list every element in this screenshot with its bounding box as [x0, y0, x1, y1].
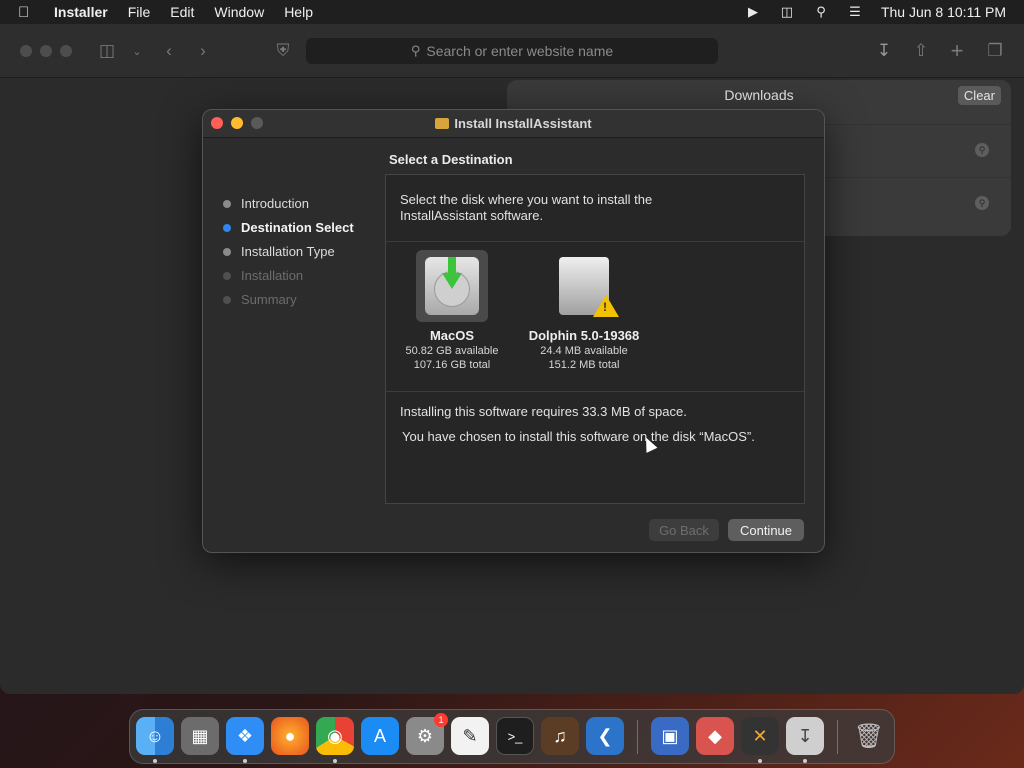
go-back-button[interactable]: Go Back — [649, 519, 719, 541]
installer-window: Install InstallAssistant Select a Destin… — [202, 109, 825, 553]
share-icon[interactable]: ⇧ — [910, 40, 932, 62]
system-settings-icon[interactable]: ⚙ 1 — [406, 713, 448, 755]
step-dot — [223, 272, 231, 280]
installer-titlebar: Install InstallAssistant — [203, 110, 824, 138]
divider — [386, 241, 804, 242]
step-label: Installation — [241, 268, 304, 283]
menu-bar:  Installer File Edit Window Help ▶ ◫ ⚲ … — [0, 0, 1024, 24]
step-dot — [223, 200, 231, 208]
control-center-icon[interactable]: ☰ — [847, 4, 863, 19]
sidebar-icon[interactable]: ◫ — [96, 40, 118, 62]
step-label: Introduction — [241, 196, 309, 211]
garageband-icon[interactable]: ♫ — [541, 717, 579, 755]
downloads-title: Downloads — [724, 87, 794, 103]
disk-name: Dolphin 5.0-19368 — [528, 328, 640, 343]
now-playing-icon[interactable]: ▶ — [745, 4, 761, 19]
back-icon[interactable]: ‹ — [158, 40, 180, 62]
search-icon: ⚲ — [410, 43, 421, 58]
finder-icon[interactable]: ☺ — [136, 717, 174, 755]
running-indicator — [803, 759, 807, 763]
step-summary: Summary — [221, 292, 354, 316]
network-radar-icon[interactable]: ✕ — [741, 717, 779, 755]
menu-window[interactable]: Window — [214, 4, 264, 20]
remote-desktop-icon[interactable]: ▣ — [651, 717, 689, 755]
menu-help[interactable]: Help — [284, 4, 313, 20]
launchpad-icon[interactable]: ▦ — [181, 717, 219, 755]
show-in-finder-icon[interactable]: ⚲ — [975, 196, 989, 210]
section-heading: Select a Destination — [389, 152, 513, 167]
menu-app-name[interactable]: Installer — [54, 4, 108, 20]
browser-toolbar: ◫ ⌄ ‹ › ⛨ ⊕ ⚲ Search or enter website na… — [0, 24, 1024, 78]
step-destination-select: Destination Select — [221, 220, 354, 244]
menu-clock[interactable]: Thu Jun 8 10:11 PM — [881, 4, 1006, 20]
notification-badge: 1 — [434, 713, 448, 727]
step-installation: Installation — [221, 268, 354, 292]
disk-option-dolphin[interactable]: ! Dolphin 5.0-19368 24.4 MB available 15… — [516, 250, 652, 371]
continue-button[interactable]: Continue — [728, 519, 804, 541]
step-introduction: Introduction — [221, 196, 354, 220]
textedit-icon[interactable]: ✎ — [451, 717, 489, 755]
trash-icon[interactable]: 🗑 — [850, 717, 888, 755]
app-store-icon[interactable]: A — [361, 717, 399, 755]
screen-mirroring-icon[interactable]: ◫ — [779, 4, 795, 19]
dock-separator — [837, 720, 838, 754]
installer-icon[interactable]: ↧ — [786, 717, 824, 755]
installer-title: Install InstallAssistant — [203, 116, 824, 131]
disk-available: 24.4 MB available — [540, 345, 628, 357]
step-dot — [223, 224, 231, 232]
running-indicator — [758, 759, 762, 763]
disk-option-macos[interactable]: MacOS 50.82 GB available 107.16 GB total — [402, 250, 502, 371]
disk-total: 151.2 MB total — [548, 359, 620, 371]
running-indicator — [243, 759, 247, 763]
running-indicator — [153, 759, 157, 763]
zoom-window-icon[interactable] — [60, 45, 72, 57]
destination-instruction: Select the disk where you want to instal… — [400, 192, 653, 223]
tab-overview-icon[interactable]: ❐ — [984, 40, 1006, 62]
external-disk-warning-icon: ! — [559, 257, 619, 317]
step-label: Destination Select — [241, 220, 354, 235]
raspberry-imager-icon[interactable]: ◆ — [696, 717, 734, 755]
disk-icon-frame[interactable]: ! — [548, 250, 620, 322]
menu-edit[interactable]: Edit — [170, 4, 194, 20]
show-in-finder-icon[interactable]: ⚲ — [975, 143, 989, 157]
clear-downloads-button[interactable]: Clear — [957, 86, 1001, 105]
close-window-icon[interactable] — [20, 45, 32, 57]
disk-total: 107.16 GB total — [413, 359, 491, 371]
step-dot — [223, 248, 231, 256]
step-label: Summary — [241, 292, 297, 307]
forward-icon[interactable]: › — [192, 40, 214, 62]
search-input[interactable]: ⚲ Search or enter website name — [306, 38, 718, 64]
destination-panel: Select the disk where you want to instal… — [385, 174, 805, 504]
install-disk-icon — [425, 257, 479, 315]
step-label: Installation Type — [241, 244, 335, 259]
step-installation-type: Installation Type — [221, 244, 354, 268]
apple-menu-icon[interactable]:  — [18, 4, 38, 21]
privacy-shield-icon[interactable]: ⛨ — [272, 40, 294, 62]
safari-icon[interactable]: ❖ — [226, 717, 264, 755]
step-dot — [223, 296, 231, 304]
menu-file[interactable]: File — [128, 4, 151, 20]
dock-separator — [637, 720, 638, 754]
chrome-icon[interactable]: ◉ — [316, 717, 354, 755]
dock: ☺ ▦ ❖ ● ◉ A ⚙ 1 ✎ >_ ♫ ❮ ▣ ◆ ✕ ↧ 🗑 — [129, 709, 895, 764]
installer-steps: Introduction Destination Select Installa… — [221, 196, 354, 316]
downloads-icon[interactable]: ↧ — [873, 40, 895, 62]
chevron-down-icon[interactable]: ⌄ — [126, 40, 148, 62]
space-requirement: Installing this software requires 33.3 M… — [400, 404, 687, 419]
minimize-window-icon[interactable] — [40, 45, 52, 57]
disk-selection-highlight[interactable] — [416, 250, 488, 322]
installer-title-text: Install InstallAssistant — [454, 116, 592, 131]
new-tab-icon[interactable]: + — [946, 38, 968, 63]
divider — [386, 391, 804, 392]
disk-available: 50.82 GB available — [405, 345, 499, 357]
disk-name: MacOS — [429, 328, 475, 343]
package-icon — [435, 118, 450, 129]
search-placeholder: Search or enter website name — [426, 43, 614, 59]
firefox-icon[interactable]: ● — [271, 717, 309, 755]
terminal-icon[interactable]: >_ — [496, 717, 534, 755]
chosen-disk-text: You have chosen to install this software… — [402, 429, 755, 444]
running-indicator — [333, 759, 337, 763]
vscode-icon[interactable]: ❮ — [586, 717, 624, 755]
spotlight-search-icon[interactable]: ⚲ — [813, 4, 829, 19]
